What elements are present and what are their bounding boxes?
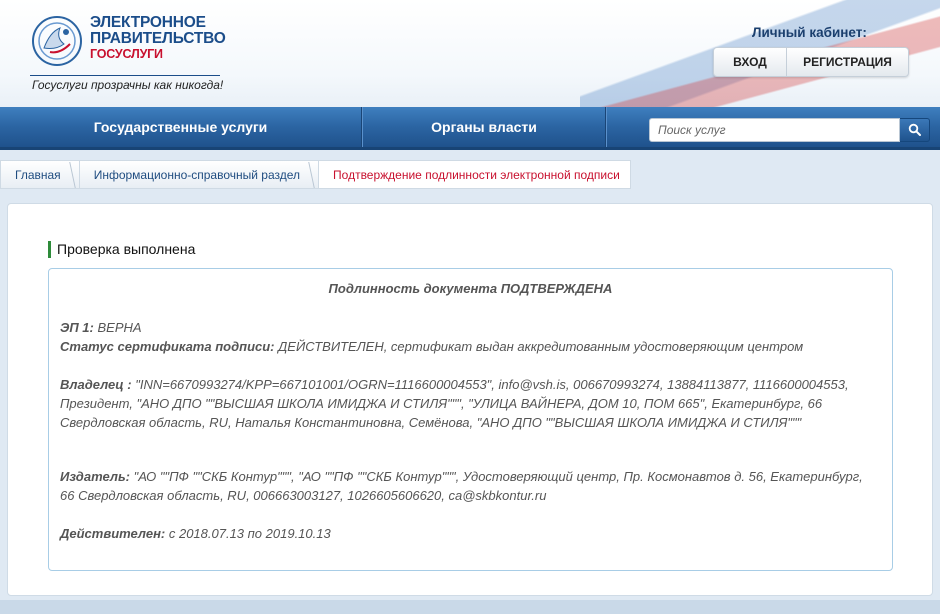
signature-label: ЭП 1: [60,320,94,335]
breadcrumb-home[interactable]: Главная [0,160,71,189]
signature-line: ЭП 1: ВЕРНА [60,318,880,337]
content-panel: Проверка выполнена Подлинность документа… [7,203,933,596]
logo-line-1: ЭЛЕКТРОННОЕ [90,14,206,31]
personal-cabinet-title: Личный кабинет: [752,25,867,40]
breadcrumb-current: Подтверждение подлинности электронной по… [318,160,631,189]
site-header: ЭЛЕКТРОННОЕ ПРАВИТЕЛЬСТВО ГОСУСЛУГИ Госу… [0,0,940,107]
search-box [649,118,930,142]
certificate-status-line: Статус сертификата подписи: ДЕЙСТВИТЕЛЕН… [60,337,880,356]
slogan-divider [30,75,220,76]
logo-line-2: ПРАВИТЕЛЬСТВО [90,30,226,47]
nav-government-services[interactable]: Государственные услуги [0,107,361,147]
search-input[interactable] [649,118,900,142]
issuer-label: Издатель: [60,469,130,484]
validity-value: с 2018.07.13 по 2019.10.13 [165,526,331,541]
search-button[interactable] [900,118,930,142]
validity-label: Действителен: [60,526,166,541]
logo-text[interactable]: ЭЛЕКТРОННОЕ ПРАВИТЕЛЬСТВО ГОСУСЛУГИ [90,15,226,62]
register-button[interactable]: РЕГИСТРАЦИЯ [787,48,908,76]
site-slogan: Госуслуги прозрачны как никогда! [32,78,224,92]
auth-button-group: ВХОД РЕГИСТРАЦИЯ [713,47,909,77]
result-title: Подлинность документа ПОДТВЕРЖДЕНА [328,281,613,296]
owner-label: Владелец : [60,377,132,392]
nav-separator [605,107,607,147]
check-status-label: Проверка выполнена [48,241,195,258]
signature-value: ВЕРНА [93,320,142,335]
certificate-status-label: Статус сертификата подписи: [60,339,275,354]
breadcrumb-info-section[interactable]: Информационно-справочный раздел [78,160,311,189]
login-button[interactable]: ВХОД [714,48,787,76]
breadcrumb-separator [70,160,79,189]
certificate-status-value: ДЕЙСТВИТЕЛЕН, сертификат выдан аккредито… [274,339,804,354]
gosuslugi-logo-icon[interactable] [30,14,84,68]
owner-block: Владелец : "INN=6670993274/KPP=667101001… [60,375,880,432]
verification-result-box: Подлинность документа ПОДТВЕРЖДЕНА ЭП 1:… [48,268,893,571]
footer-band [0,600,940,614]
breadcrumb-separator [310,160,319,189]
issuer-block: Издатель: "АО ""ПФ ""СКБ Контур""", "АО … [60,467,880,505]
search-icon [908,123,921,136]
validity-line: Действителен: с 2018.07.13 по 2019.10.13 [60,524,880,543]
breadcrumb: Главная Информационно-справочный раздел … [0,160,631,189]
logo-line-3: ГОСУСЛУГИ [90,47,163,61]
main-nav: Государственные услуги Органы власти [0,107,940,150]
owner-value: "INN=6670993274/KPP=667101001/OGRN=11166… [60,377,849,430]
nav-authorities[interactable]: Органы власти [363,107,605,147]
issuer-value: "АО ""ПФ ""СКБ Контур""", "АО ""ПФ ""СКБ… [60,469,863,503]
